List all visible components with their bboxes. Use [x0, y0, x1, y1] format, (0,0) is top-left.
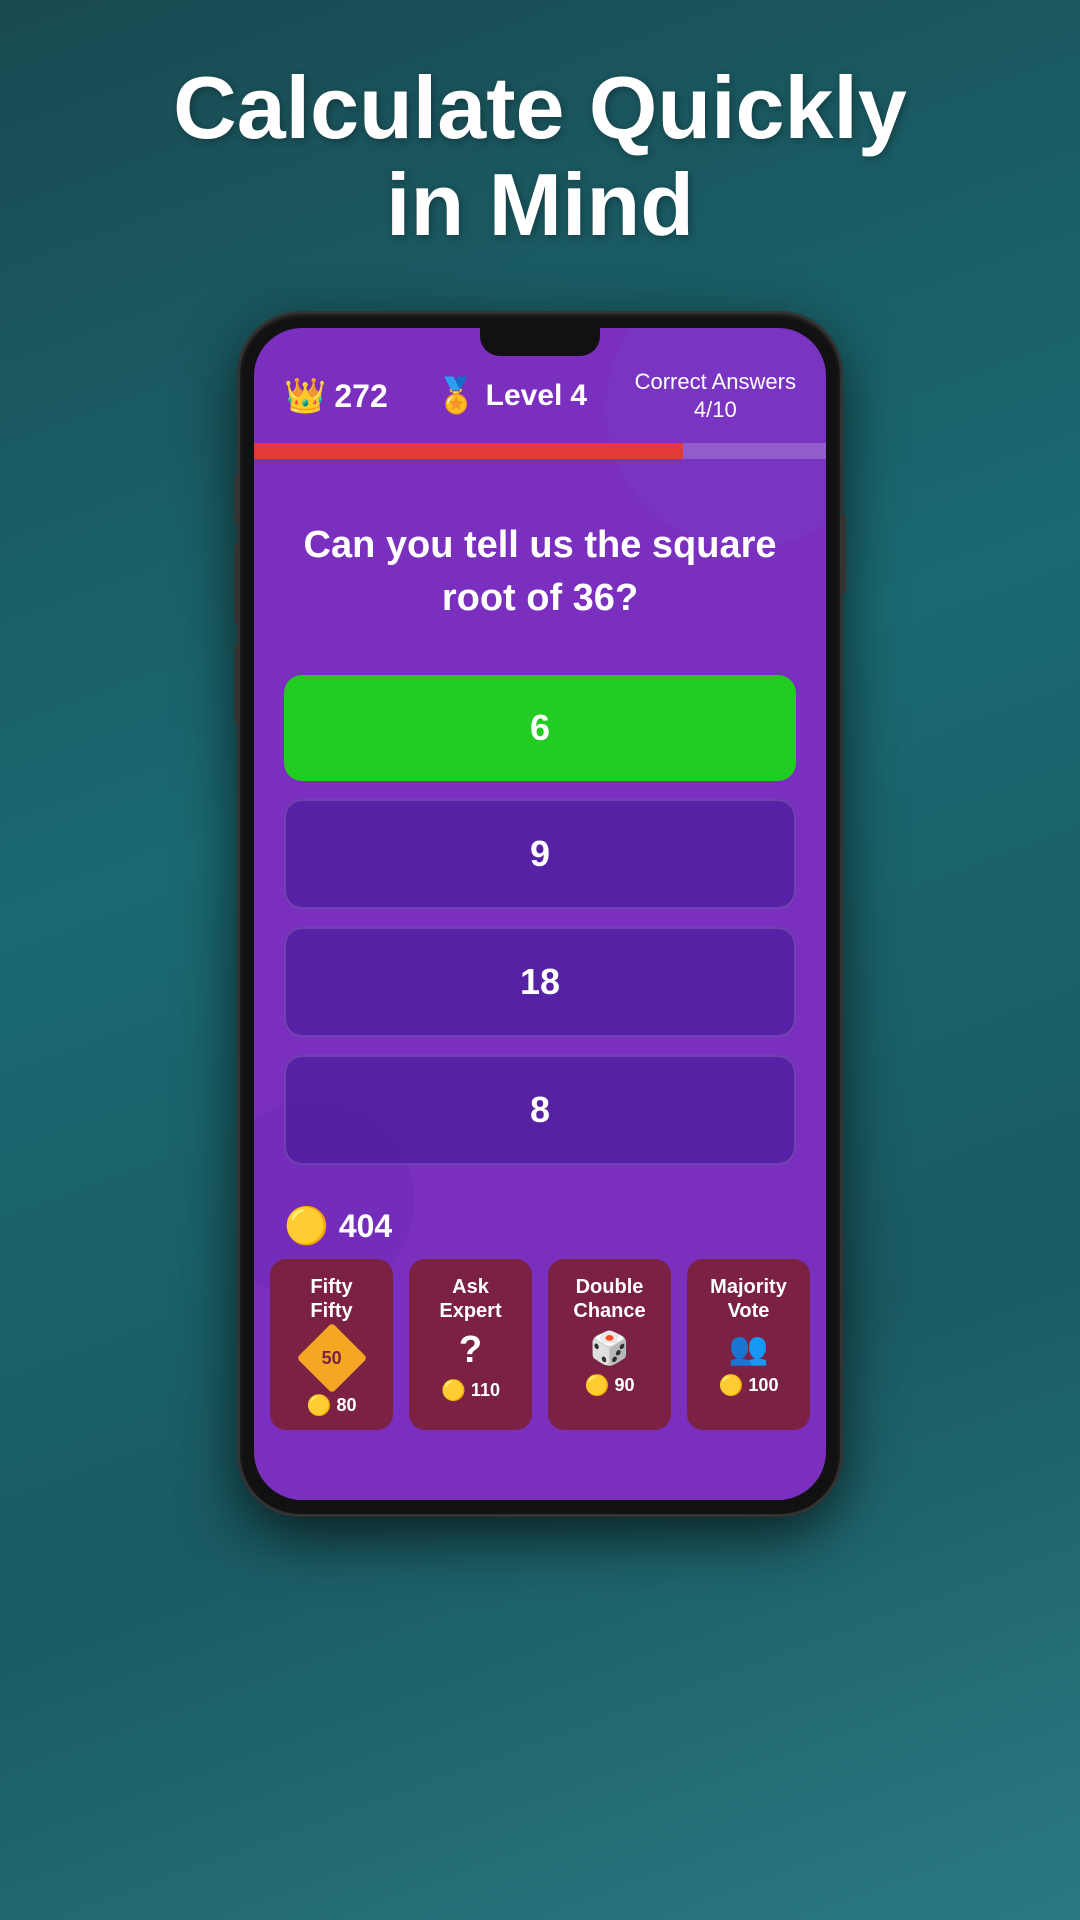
- lifeline-ask-expert[interactable]: AskExpert ? 🟡 110: [409, 1259, 532, 1430]
- lifeline-fifty-fifty-cost: 🟡 80: [307, 1393, 357, 1418]
- double-chance-icon: 🎲: [590, 1329, 630, 1367]
- title-line1: Calculate Quickly: [173, 58, 907, 157]
- coin-icon-dc: 🟡: [585, 1373, 610, 1398]
- level-number: 4: [570, 379, 587, 413]
- coin-icon-ae: 🟡: [441, 1378, 466, 1403]
- score-value: 272: [334, 378, 387, 415]
- answers-area: 6 9 18 8: [254, 655, 826, 1185]
- level-display: 🏅 Level 4: [435, 376, 587, 416]
- lifeline-fifty-fifty[interactable]: FiftyFifty 50 🟡 80: [270, 1259, 393, 1430]
- mv-cost-value: 100: [748, 1375, 778, 1396]
- answer-btn-a[interactable]: 6: [284, 675, 796, 781]
- ff-cost-value: 80: [336, 1395, 356, 1416]
- phone-btn-vol-up: [234, 544, 240, 624]
- correct-answers-label: Correct Answers: [635, 369, 796, 394]
- title-line2: in Mind: [386, 155, 694, 254]
- phone-btn-power: [840, 514, 846, 594]
- phone-btn-vol-down: [234, 644, 240, 724]
- progress-bar-container: [254, 443, 826, 459]
- coin-icon: 🟡: [284, 1205, 329, 1247]
- coins-row: 🟡 404: [254, 1185, 826, 1259]
- lifeline-double-chance-name: DoubleChance: [573, 1275, 645, 1323]
- lifeline-double-chance-cost: 🟡 90: [585, 1373, 635, 1398]
- lifeline-majority-vote-cost: 🟡 100: [719, 1373, 779, 1398]
- answer-text-b: 9: [530, 833, 550, 874]
- coin-icon-mv: 🟡: [719, 1373, 744, 1398]
- progress-bar-fill: [254, 443, 683, 459]
- coins-amount: 404: [339, 1208, 392, 1245]
- phone-outer: 👑 272 🏅 Level 4 Correct Answers 4/10: [240, 314, 840, 1514]
- score-display: 👑 272: [284, 376, 388, 416]
- fifty-fifty-icon: 50: [296, 1323, 367, 1394]
- question-text: Can you tell us the square root of 36?: [294, 519, 786, 625]
- correct-answers-value: 4/10: [694, 397, 737, 422]
- answer-text-c: 18: [520, 961, 560, 1002]
- lifeline-ask-expert-cost: 🟡 110: [441, 1378, 500, 1403]
- phone-notch: [480, 328, 600, 356]
- phone-frame: 👑 272 🏅 Level 4 Correct Answers 4/10: [240, 314, 840, 1514]
- ask-expert-icon: ?: [459, 1329, 482, 1372]
- phone-btn-silent: [234, 474, 240, 524]
- lifeline-double-chance[interactable]: DoubleChance 🎲 🟡 90: [548, 1259, 671, 1430]
- dc-cost-value: 90: [614, 1375, 634, 1396]
- answer-text-a: 6: [530, 707, 550, 748]
- lifeline-fifty-fifty-name: FiftyFifty: [310, 1275, 352, 1323]
- page-title: Calculate Quickly in Mind: [133, 60, 947, 254]
- ae-cost-value: 110: [471, 1380, 500, 1401]
- phone-screen: 👑 272 🏅 Level 4 Correct Answers 4/10: [254, 328, 826, 1500]
- lifeline-majority-vote[interactable]: MajorityVote 👥 🟡 100: [687, 1259, 810, 1430]
- lifeline-majority-vote-name: MajorityVote: [710, 1275, 787, 1323]
- correct-answers-display: Correct Answers 4/10: [635, 368, 796, 425]
- question-area: Can you tell us the square root of 36?: [254, 459, 826, 655]
- star-icon: 🏅: [435, 376, 477, 416]
- lifeline-ask-expert-name: AskExpert: [439, 1275, 501, 1323]
- answer-btn-c[interactable]: 18: [284, 927, 796, 1037]
- crown-icon: 👑: [284, 376, 326, 416]
- lifelines-row: FiftyFifty 50 🟡 80 AskExpert ?: [254, 1259, 826, 1450]
- answer-btn-d[interactable]: 8: [284, 1055, 796, 1165]
- level-label: Level: [486, 379, 563, 413]
- answer-text-d: 8: [530, 1089, 550, 1130]
- answer-btn-b[interactable]: 9: [284, 799, 796, 909]
- coin-icon-ff: 🟡: [307, 1393, 332, 1418]
- majority-vote-icon: 👥: [729, 1329, 769, 1367]
